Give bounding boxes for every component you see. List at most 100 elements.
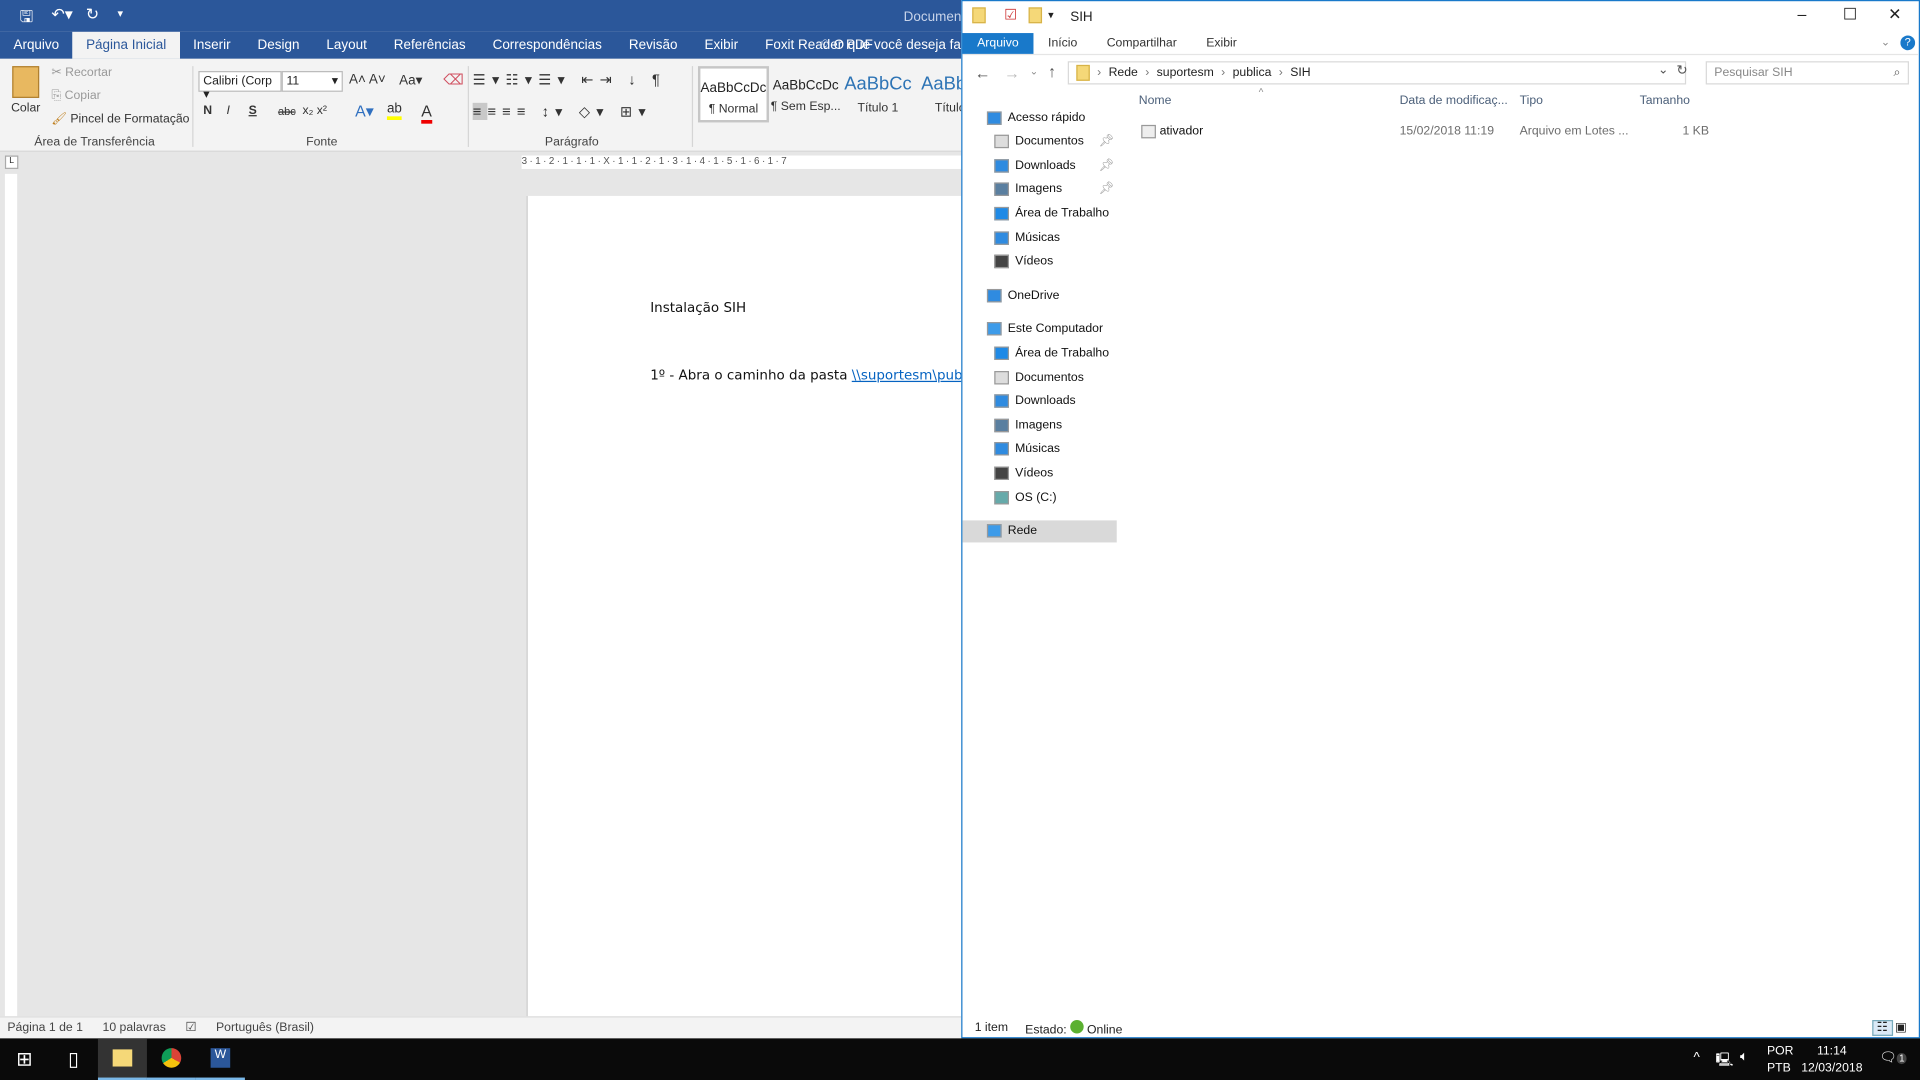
subscript-button[interactable]: x₂ x² [302,104,326,117]
close-button[interactable]: ✕ [1888,5,1901,25]
redo-icon[interactable]: ↻ [86,5,99,25]
task-view-button[interactable]: ▯ [49,1038,98,1080]
underline-button[interactable]: S [249,104,257,117]
clear-format-icon[interactable]: ⌫ [443,71,464,88]
tell-me-box[interactable]: 💡︎ O que você deseja fazer [820,38,979,54]
language-status[interactable]: Português (Brasil) [216,1021,314,1034]
breadcrumb-item[interactable]: suportesm [1157,66,1214,79]
customize-qat-icon[interactable]: ▾ [1048,9,1054,22]
breadcrumb-item[interactable]: publica [1233,66,1272,79]
pin-icon[interactable]: 📌︎ [1099,159,1115,172]
nav-item[interactable]: Área de Trabalho [962,203,1116,225]
network-tray-icon[interactable]: 🖳︎ [1716,1049,1734,1072]
text-effects-icon[interactable]: A▾ [355,102,374,122]
clock[interactable]: 11:14 12/03/2018 [1801,1043,1862,1077]
save-icon[interactable]: 🖫 [20,6,34,33]
nav-item[interactable]: Acesso rápido [962,107,1116,129]
tab-selector[interactable]: L [4,155,19,169]
explorer-tab-0[interactable]: Arquivo [962,33,1034,54]
column-header[interactable]: Tamanho [1640,94,1690,107]
chevron-right-icon[interactable]: › [1097,66,1101,79]
font-name-select[interactable]: Calibri (Corp ▾ [198,71,282,102]
chrome-taskbar-icon[interactable] [146,1038,196,1080]
chevron-right-icon[interactable]: › [1221,66,1225,79]
paste-button[interactable]: Colar [10,66,42,115]
tab-4[interactable]: Layout [313,32,380,59]
tab-6[interactable]: Correspondências [479,32,615,59]
tab-0[interactable]: Arquivo [0,32,73,59]
style-0[interactable]: AaBbCcDc ¶ Normal [697,66,769,123]
nav-item[interactable]: Músicas [962,438,1116,460]
cut-button[interactable]: ✂ Recortar [51,66,112,79]
nav-item[interactable]: OS (C:) [962,486,1116,508]
tab-2[interactable]: Inserir [180,32,244,59]
font-size-select[interactable]: 11 ▾ [281,71,343,92]
properties-icon[interactable]: ☑ [1004,6,1017,23]
align-left-icon[interactable]: ≡ [472,102,488,121]
strikethrough-button[interactable]: abc [278,105,296,117]
maximize-button[interactable]: ☐ [1843,5,1857,25]
nav-item[interactable]: Este Computador [962,318,1116,340]
nav-item[interactable]: Imagens [962,414,1116,436]
refresh-icon[interactable]: ↻ [1676,62,1687,79]
vertical-ruler[interactable] [4,173,18,1017]
nav-item[interactable]: Imagens 📌︎ [962,179,1116,201]
column-header[interactable]: Nome [1139,94,1172,107]
nav-item[interactable]: OneDrive [962,284,1116,306]
bold-button[interactable]: N [203,104,212,117]
column-header[interactable]: Tipo [1520,94,1543,107]
action-center-icon[interactable]: 🗨︎ 1 [1880,1049,1908,1065]
tab-8[interactable]: Exibir [691,32,752,59]
chevron-right-icon[interactable]: › [1279,66,1283,79]
up-button[interactable]: ↑ [1048,62,1056,80]
list-buttons[interactable]: ☰▾☷▾☰▾ ⇤⇥ ↓ ¶ [473,71,666,88]
nav-item[interactable]: Vídeos [962,251,1116,273]
explorer-tab-1[interactable]: Início [1033,33,1092,54]
file-explorer-taskbar-icon[interactable] [97,1038,147,1080]
nav-item[interactable]: Rede [962,519,1117,542]
pin-icon[interactable]: 📌︎ [1099,135,1115,148]
volume-icon[interactable]: 🔈︎ [1740,1049,1748,1065]
copy-button[interactable]: ⎘ Copiar [51,89,100,102]
nav-item[interactable]: Músicas [962,227,1116,249]
italic-button[interactable]: I [227,104,230,117]
page-count[interactable]: Página 1 de 1 [7,1021,83,1034]
pin-icon[interactable]: 📌︎ [1099,183,1115,196]
nav-item[interactable]: Documentos 📌︎ [962,131,1116,153]
expand-ribbon-icon[interactable]: ⌄ [1881,36,1890,49]
explorer-tab-2[interactable]: Compartilhar [1092,33,1191,54]
format-painter-button[interactable]: 🖌︎ Pincel de Formatação [51,113,189,126]
column-header[interactable]: Data de modificaç... [1400,94,1508,107]
recent-locations-icon[interactable]: ⌄ [1030,66,1038,77]
forward-button[interactable]: → [1004,64,1020,82]
nav-item[interactable]: Downloads [962,390,1116,412]
undo-icon[interactable]: ↶▾ [51,5,72,25]
align-buttons[interactable]: ≡≡≡≡ ↕▾ ◇▾ ⊞▾ [472,102,652,121]
change-case-button[interactable]: Aa▾ [399,72,422,88]
document-page[interactable]: Instalação SIH 1º - Abra o caminho da pa… [526,195,986,1017]
highlight-icon[interactable]: ab [386,102,402,121]
input-language[interactable]: POR PTB [1767,1043,1794,1077]
tab-3[interactable]: Design [244,32,313,59]
back-button[interactable]: ← [975,64,991,82]
explorer-tab-3[interactable]: Exibir [1192,33,1252,54]
horizontal-ruler[interactable]: 3·1·2·1·1·1·X·1·1·2·1·3·1·4·1·5·1·6·1·7 [521,155,962,169]
tab-7[interactable]: Revisão [615,32,691,59]
address-bar[interactable]: › Rede › suportesm › publica › SIH [1067,61,1687,85]
font-color-icon[interactable]: A [421,102,432,124]
word-count[interactable]: 10 palavras [103,1021,166,1034]
breadcrumb-item[interactable]: SIH [1290,66,1310,79]
details-view-button[interactable]: ☷ [1871,1020,1893,1036]
large-icons-view-button[interactable]: ▣ [1895,1021,1907,1034]
breadcrumb-item[interactable]: Rede [1109,66,1138,79]
nav-item[interactable]: Vídeos [962,462,1116,484]
customize-qat-icon[interactable]: ▾ [118,7,124,20]
address-dropdown-icon[interactable]: ⌄ [1658,64,1668,77]
proofing-icon[interactable]: ☑ [185,1021,196,1034]
tab-1[interactable]: Página Inicial [72,31,180,59]
nav-item[interactable]: Documentos [962,366,1116,388]
word-taskbar-icon[interactable]: W [195,1038,245,1080]
chevron-right-icon[interactable]: › [1145,66,1149,79]
nav-item[interactable]: Área de Trabalho [962,342,1116,364]
nav-item[interactable]: Downloads 📌︎ [962,155,1116,177]
